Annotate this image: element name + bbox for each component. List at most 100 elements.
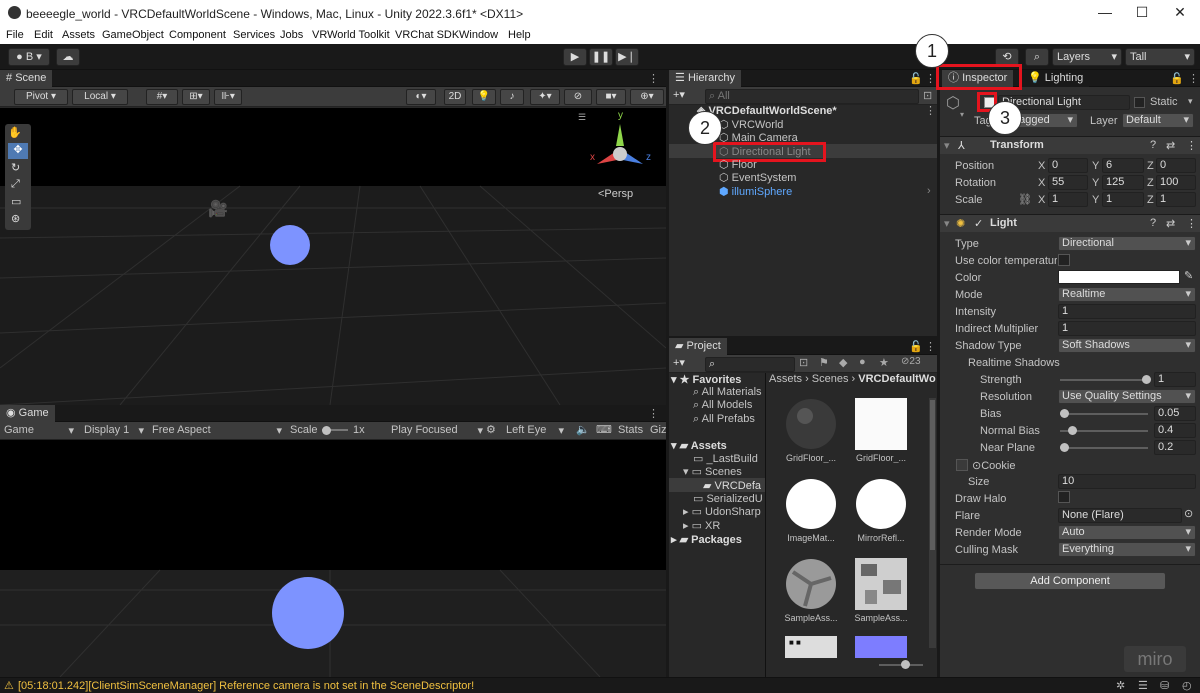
hierarchy-item-floor[interactable]: ⬡ Floor xyxy=(719,158,757,171)
menu-help[interactable]: Help xyxy=(508,29,531,41)
progress-icon[interactable]: ◴ xyxy=(1182,679,1192,692)
near-plane-slider-knob[interactable] xyxy=(1060,443,1069,452)
filter-by-label-icon[interactable]: ⚑ xyxy=(819,356,829,369)
menu-gameobject[interactable]: GameObject xyxy=(102,29,164,41)
layers-dropdown[interactable]: Layers ▾ xyxy=(1052,48,1122,66)
color-swatch[interactable] xyxy=(1058,270,1180,284)
icon-dropdown-chevron[interactable]: ▾ xyxy=(960,110,964,119)
rotate-tool-icon[interactable]: ↻ xyxy=(11,161,20,174)
near-plane-slider[interactable] xyxy=(1060,447,1148,449)
favorite-star-icon[interactable]: ★ xyxy=(879,356,889,369)
menu-assets[interactable]: Assets xyxy=(62,29,95,41)
asset-sampleass-2[interactable]: SampleAss... xyxy=(854,558,913,623)
rotation-y-input[interactable]: 125 xyxy=(1102,175,1144,190)
project-create-icon[interactable]: +▾ xyxy=(673,356,685,369)
presets-icon[interactable]: ⇄ xyxy=(1166,217,1175,230)
pivot-dropdown[interactable]: Pivot ▾ xyxy=(14,89,68,105)
asset-gridfloor-1[interactable]: GridFloor_... xyxy=(785,398,843,463)
add-component-button[interactable]: Add Component xyxy=(974,572,1166,590)
chevron-right-icon[interactable]: › xyxy=(927,185,931,197)
near-plane-input[interactable]: 0.2 xyxy=(1154,440,1196,455)
debug-icon[interactable]: ✲ xyxy=(1116,679,1125,692)
rotation-z-input[interactable]: 100 xyxy=(1156,175,1196,190)
account-button[interactable]: ● B ▾ xyxy=(8,48,50,66)
pause-button[interactable]: ❚❚ xyxy=(589,48,613,66)
hierarchy-item-eventsystem[interactable]: ⬡ EventSystem xyxy=(719,171,796,184)
menu-vrchat-sdk[interactable]: VRChat SDK xyxy=(395,29,459,41)
light-header[interactable]: ▾ ✺ ✓ Light ? ⇄ ⋮ xyxy=(940,214,1200,232)
scene-viewport[interactable]: 🎥 ✋ ✥ ↻ ⤢ ▭ ⊛ ☰ y x z <Persp xyxy=(0,108,666,405)
hand-tool-icon[interactable]: ✋ xyxy=(8,126,22,139)
hierarchy-scene-root[interactable]: ◈ VRCDefaultWorldScene* xyxy=(697,104,837,117)
project-kebab-icon[interactable]: ⋮ xyxy=(925,340,936,353)
scene-kebab-icon[interactable]: ⋮ xyxy=(925,104,936,117)
asset-gridfloor-2[interactable]: GridFloor_... xyxy=(855,398,913,463)
asset-thumbnail-7[interactable]: ■ ■ xyxy=(785,636,837,658)
grid-snap-icon[interactable]: #▾ xyxy=(146,89,178,105)
tab-scene[interactable]: # Scene xyxy=(0,70,53,87)
display-mode-dropdown[interactable]: Game ▾ xyxy=(4,424,76,437)
indirect-multiplier-input[interactable]: 1 xyxy=(1058,321,1196,336)
eyedropper-icon[interactable]: ✎ xyxy=(1184,269,1193,282)
rect-tool-icon[interactable]: ▭ xyxy=(11,195,21,208)
shading-mode-icon[interactable]: ◐▾ xyxy=(406,89,436,105)
asset-thumbnail-8[interactable] xyxy=(855,636,907,658)
display-dropdown[interactable]: Display 1 ▾ xyxy=(84,424,146,437)
folder-udonsharp[interactable]: ▸ ▭ UdonSharp xyxy=(683,505,761,518)
assets-root[interactable]: ▾ ▰ Assets xyxy=(671,439,727,452)
layout-dropdown[interactable]: Tall ▾ xyxy=(1125,48,1195,66)
project-scrollbar-thumb[interactable] xyxy=(930,400,935,550)
presets-icon[interactable]: ⇄ xyxy=(1166,139,1175,152)
scale-slider-knob[interactable] xyxy=(322,426,331,435)
bias-input[interactable]: 0.05 xyxy=(1154,406,1196,421)
render-mode-dropdown[interactable]: Auto xyxy=(1058,525,1196,540)
size-input[interactable]: 10 xyxy=(1058,474,1196,489)
position-z-input[interactable]: 0 xyxy=(1156,158,1196,173)
layer-dropdown[interactable]: Default xyxy=(1122,113,1194,128)
gizmos-toggle[interactable]: Giz xyxy=(650,424,666,436)
favorites-header[interactable]: ▾ ★ Favorites xyxy=(671,373,741,386)
info-icon[interactable]: ● xyxy=(859,356,866,368)
strength-input[interactable]: 1 xyxy=(1154,372,1196,387)
hidden-packages-toggle[interactable]: ⊘23 xyxy=(901,356,921,367)
resolution-dropdown[interactable]: Use Quality Settings xyxy=(1058,389,1196,404)
menu-edit[interactable]: Edit xyxy=(34,29,53,41)
normal-bias-input[interactable]: 0.4 xyxy=(1154,423,1196,438)
audio-toggle-icon[interactable]: ♪ xyxy=(500,89,524,105)
tab-project[interactable]: ▰ Project xyxy=(669,338,727,355)
search-icon[interactable]: ⌕ xyxy=(1025,48,1049,66)
search-by-type-icon[interactable]: ⊡ xyxy=(799,356,808,369)
asset-imagemat[interactable]: ImageMat... xyxy=(785,478,843,543)
move-tool-icon[interactable]: ✥ xyxy=(8,143,28,159)
favorite-all-models[interactable]: ⌕ All Models xyxy=(693,399,752,412)
layers-stack-icon[interactable]: ☰ xyxy=(1138,679,1148,692)
constrain-proportions-icon[interactable]: ⛓ xyxy=(1018,193,1032,206)
cookie-checkbox[interactable] xyxy=(956,459,968,471)
game-viewport[interactable] xyxy=(0,440,666,677)
play-button[interactable]: ▶ xyxy=(563,48,587,66)
local-dropdown[interactable]: Local ▾ xyxy=(72,89,128,105)
mode-dropdown[interactable]: Realtime xyxy=(1058,287,1196,302)
menu-file[interactable]: File xyxy=(6,29,24,41)
static-dropdown-icon[interactable]: ▾ xyxy=(1188,96,1193,107)
help-icon[interactable]: ? xyxy=(1150,217,1156,229)
light-enabled-checkbox[interactable]: ✓ xyxy=(974,217,983,230)
strength-slider[interactable] xyxy=(1060,379,1148,381)
bias-slider-knob[interactable] xyxy=(1060,409,1069,418)
normal-bias-slider-knob[interactable] xyxy=(1068,426,1077,435)
cache-server-icon[interactable]: ⛁ xyxy=(1160,679,1169,692)
gizmos-icon[interactable]: ⊕▾ xyxy=(630,89,664,105)
position-x-input[interactable]: 0 xyxy=(1048,158,1088,173)
kebab-menu-icon[interactable]: ⋮ xyxy=(648,72,659,85)
audio-mute-icon[interactable]: 🔈 xyxy=(576,423,590,436)
color-temperature-checkbox[interactable] xyxy=(1058,254,1070,266)
shadow-type-dropdown[interactable]: Soft Shadows xyxy=(1058,338,1196,353)
intensity-input[interactable]: 1 xyxy=(1058,304,1196,319)
folder-xr[interactable]: ▸ ▭ XR xyxy=(683,519,720,532)
lock-icon[interactable]: 🔓 xyxy=(909,72,923,85)
breadcrumb-current[interactable]: VRCDefaultWo xyxy=(858,373,935,385)
minimize-button[interactable]: — xyxy=(1095,4,1115,20)
aspect-dropdown[interactable]: Free Aspect ▾ xyxy=(152,424,284,437)
hierarchy-item-illumisphere[interactable]: ⬢ illumiSphere xyxy=(719,185,792,198)
rotation-x-input[interactable]: 55 xyxy=(1048,175,1088,190)
